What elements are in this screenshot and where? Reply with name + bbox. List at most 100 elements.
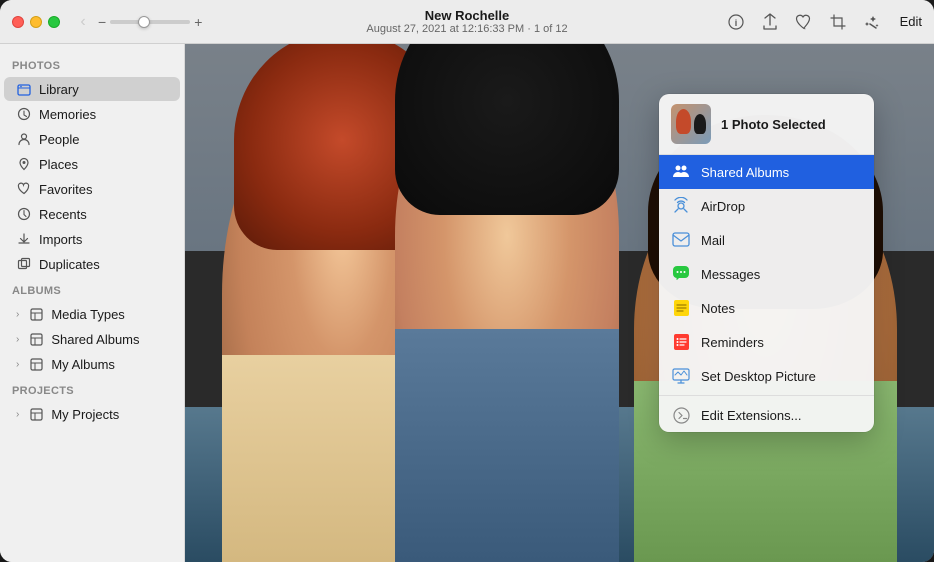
- set-desktop-label: Set Desktop Picture: [701, 369, 816, 384]
- zoom-track[interactable]: [110, 20, 190, 24]
- traffic-lights: [12, 16, 60, 28]
- messages-label: Messages: [701, 267, 760, 282]
- zoom-out-button[interactable]: −: [98, 14, 106, 30]
- main-window: ‹ − + New Rochelle August 27, 2021 at 12…: [0, 0, 934, 562]
- share-dropdown: 1 Photo Selected Shared Albums: [659, 94, 874, 432]
- notes-icon: [671, 298, 691, 318]
- sidebar-item-media-types[interactable]: › Media Types: [4, 302, 180, 326]
- notes-label: Notes: [701, 301, 735, 316]
- favorite-icon[interactable]: [794, 12, 814, 32]
- reminders-label: Reminders: [701, 335, 764, 350]
- my-albums-label: My Albums: [51, 357, 115, 372]
- shared-albums-icon: [28, 331, 44, 347]
- fullscreen-button[interactable]: [48, 16, 60, 28]
- main-content: Photos Library M: [0, 44, 934, 562]
- titlebar-center: New Rochelle August 27, 2021 at 12:16:33…: [366, 8, 567, 35]
- memories-icon: [16, 106, 32, 122]
- photo-title: New Rochelle: [366, 8, 567, 23]
- shared-albums-label: Shared Albums: [51, 332, 139, 347]
- media-types-label: Media Types: [51, 307, 124, 322]
- places-label: Places: [39, 157, 78, 172]
- media-types-icon: [28, 306, 44, 322]
- memories-label: Memories: [39, 107, 96, 122]
- recents-icon: [16, 206, 32, 222]
- sidebar-section-photos: Photos: [0, 52, 184, 76]
- messages-icon: [671, 264, 691, 284]
- imports-icon: [16, 231, 32, 247]
- shared-albums-dropdown-icon: [671, 162, 691, 182]
- dropdown-item-notes[interactable]: Notes: [659, 291, 874, 325]
- mail-label: Mail: [701, 233, 725, 248]
- photo-thumbnail: [671, 104, 711, 144]
- zoom-in-button[interactable]: +: [194, 14, 202, 30]
- airdrop-icon: [671, 196, 691, 216]
- imports-label: Imports: [39, 232, 82, 247]
- svg-text:i: i: [734, 18, 737, 28]
- library-label: Library: [39, 82, 79, 97]
- set-desktop-icon: [671, 366, 691, 386]
- zoom-thumb[interactable]: [138, 16, 150, 28]
- sidebar-item-recents[interactable]: Recents: [4, 202, 180, 226]
- edit-button[interactable]: Edit: [900, 14, 922, 29]
- expand-arrow-my-albums: ›: [16, 359, 19, 370]
- dropdown-item-messages[interactable]: Messages: [659, 257, 874, 291]
- share-icon[interactable]: [760, 12, 780, 32]
- sidebar-item-memories[interactable]: Memories: [4, 102, 180, 126]
- duplicates-icon: [16, 256, 32, 272]
- dropdown-item-set-desktop[interactable]: Set Desktop Picture: [659, 359, 874, 393]
- sidebar-item-places[interactable]: Places: [4, 152, 180, 176]
- selected-count-label: 1 Photo Selected: [721, 117, 826, 132]
- shared-albums-dropdown-label: Shared Albums: [701, 165, 789, 180]
- people-label: People: [39, 132, 79, 147]
- expand-arrow-shared-albums: ›: [16, 334, 19, 345]
- sidebar-item-my-albums[interactable]: › My Albums: [4, 352, 180, 376]
- favorites-icon: [16, 181, 32, 197]
- dropdown-item-reminders[interactable]: Reminders: [659, 325, 874, 359]
- toolbar-actions: i: [726, 12, 922, 32]
- shirt-middle: [395, 329, 620, 562]
- favorites-label: Favorites: [39, 182, 92, 197]
- edit-extensions-icon: [671, 405, 691, 425]
- dropdown-header: 1 Photo Selected: [659, 94, 874, 155]
- sidebar: Photos Library M: [0, 44, 185, 562]
- sidebar-item-duplicates[interactable]: Duplicates: [4, 252, 180, 276]
- mail-icon: [671, 230, 691, 250]
- sidebar-section-projects: Projects: [0, 377, 184, 401]
- airdrop-label: AirDrop: [701, 199, 745, 214]
- zoom-slider: − +: [98, 14, 202, 30]
- photo-subtitle: August 27, 2021 at 12:16:33 PM · 1 of 12: [366, 23, 567, 35]
- dropdown-item-airdrop[interactable]: AirDrop: [659, 189, 874, 223]
- people-icon: [16, 131, 32, 147]
- info-icon[interactable]: i: [726, 12, 746, 32]
- library-icon: [16, 81, 32, 97]
- duplicates-label: Duplicates: [39, 257, 100, 272]
- sidebar-item-library[interactable]: Library: [4, 77, 180, 101]
- my-projects-icon: [28, 406, 44, 422]
- sidebar-item-favorites[interactable]: Favorites: [4, 177, 180, 201]
- sidebar-item-my-projects[interactable]: › My Projects: [4, 402, 180, 426]
- sidebar-item-shared-albums[interactable]: › Shared Albums: [4, 327, 180, 351]
- sidebar-item-people[interactable]: People: [4, 127, 180, 151]
- dropdown-item-mail[interactable]: Mail: [659, 223, 874, 257]
- photo-area: 1 Photo Selected Shared Albums: [185, 44, 934, 562]
- dropdown-divider: [659, 395, 874, 396]
- expand-arrow-media-types: ›: [16, 309, 19, 320]
- my-albums-icon: [28, 356, 44, 372]
- reminders-icon: [671, 332, 691, 352]
- places-icon: [16, 156, 32, 172]
- minimize-button[interactable]: [30, 16, 42, 28]
- sidebar-section-albums: Albums: [0, 277, 184, 301]
- edit-extensions-label: Edit Extensions...: [701, 408, 801, 423]
- titlebar: ‹ − + New Rochelle August 27, 2021 at 12…: [0, 0, 934, 44]
- enhance-icon[interactable]: [862, 12, 882, 32]
- expand-arrow-my-projects: ›: [16, 409, 19, 420]
- dropdown-item-shared-albums[interactable]: Shared Albums: [659, 155, 874, 189]
- dropdown-item-edit-extensions[interactable]: Edit Extensions...: [659, 398, 874, 432]
- recents-label: Recents: [39, 207, 87, 222]
- back-button[interactable]: ‹: [72, 11, 94, 33]
- crop-icon[interactable]: [828, 12, 848, 32]
- my-projects-label: My Projects: [51, 407, 119, 422]
- sidebar-item-imports[interactable]: Imports: [4, 227, 180, 251]
- nav-buttons: ‹: [72, 11, 94, 33]
- close-button[interactable]: [12, 16, 24, 28]
